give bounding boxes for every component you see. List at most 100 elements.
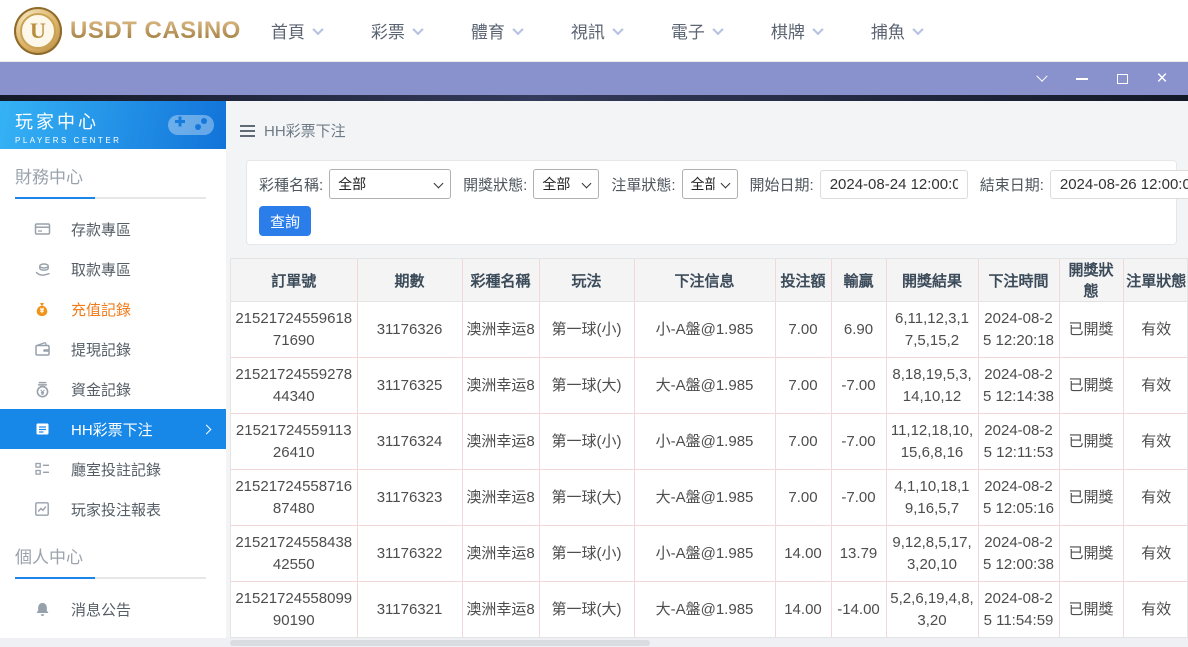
table-column-header: 注單狀態 [1122, 259, 1187, 302]
order-status-label: 注單狀態: [611, 176, 676, 194]
search-button[interactable]: 查詢 [259, 206, 311, 236]
horizontal-scrollbar[interactable] [0, 638, 1188, 647]
sidebar-item-label: 取款專區 [71, 261, 132, 279]
table-cell: 2024-08-25 12:20:18 [977, 301, 1060, 358]
table-cell: 第一球(大) [538, 469, 635, 526]
table-cell: 7.00 [774, 469, 832, 526]
table-cell: 2024-08-25 11:54:59 [977, 581, 1060, 637]
table-cell: 2152172455911326410 [231, 413, 358, 470]
sidebar-item-funds-records[interactable]: 資金記錄 [0, 369, 226, 409]
sidebar-item-withdraw-zone[interactable]: 取款專區 [0, 249, 226, 289]
table-cell: 7.00 [774, 357, 832, 414]
draw-status-select-wrap: 全部 [533, 169, 600, 199]
nav-item-fishing[interactable]: 捕魚 [870, 18, 924, 43]
nav-item-label: 視訊 [570, 23, 605, 42]
nav-item-cards[interactable]: 棋牌 [771, 18, 824, 43]
window-minimize-icon[interactable] [1074, 71, 1090, 87]
window-titlebar: × [0, 62, 1188, 95]
window-maximize-icon[interactable] [1114, 71, 1130, 87]
table-cell: 澳洲幸运8 [461, 301, 540, 358]
table-row: 2152172455843842550 31176322 澳洲幸运8 第一球(小) 小-… [231, 525, 1187, 582]
table-cell: 9,12,8,5,17,3,20,10 [885, 525, 979, 582]
sidebar-item-recharge-records[interactable]: 充值記錄 [0, 289, 226, 329]
table-column-header: 下注時間 [977, 259, 1060, 302]
hamburger-icon[interactable] [240, 124, 255, 137]
sidebar-item-label: 充值記錄 [71, 301, 132, 319]
draw-status-label: 開獎狀態: [463, 176, 528, 194]
money-bag-icon [34, 300, 52, 318]
table-cell: 11,12,18,10,15,6,8,16 [885, 413, 979, 470]
table-row: 2152172455911326410 31176324 澳洲幸运8 第一球(小) 小-… [231, 413, 1187, 470]
table-cell: 有效 [1122, 469, 1187, 526]
nav-item-egames[interactable]: 電子 [670, 18, 724, 43]
table-cell: 14.00 [774, 581, 832, 637]
start-date-label: 開始日期: [749, 176, 814, 194]
order-status-select[interactable]: 全部 [681, 169, 738, 199]
table-cell: 5,2,6,19,4,8,3,20 [885, 581, 979, 637]
chevron-down-icon [512, 23, 524, 35]
lottery-name-select[interactable]: 全部 [329, 169, 452, 199]
sidebar-item-hall-bet-records[interactable]: 廳室投註記錄 [0, 449, 226, 489]
table-cell: 第一球(大) [538, 581, 635, 637]
brand-name: USDT CASINO [70, 16, 241, 44]
sidebar-item-profile[interactable]: 個人資料 [0, 629, 226, 638]
card-icon [34, 220, 52, 238]
table-cell: 7.00 [774, 301, 832, 358]
table-column-header: 玩法 [538, 259, 635, 302]
sidebar-item-announcements[interactable]: 消息公告 [0, 589, 226, 629]
nav-item-home[interactable]: 首頁 [271, 18, 324, 43]
top-navbar: U USDT CASINO 首頁 彩票 體育 視訊 電子 棋牌 捕魚 [0, 0, 1188, 62]
sidebar-item-label: 廳室投註記錄 [71, 461, 162, 479]
table-cell: 6,11,12,3,17,5,15,2 [885, 301, 979, 358]
end-date-input[interactable] [1049, 169, 1188, 199]
sidebar-item-withdrawal-records[interactable]: 提現記錄 [0, 329, 226, 369]
table-cell: 第一球(大) [538, 357, 635, 414]
table-cell: -7.00 [830, 469, 887, 526]
table-cell: 31176326 [356, 301, 463, 358]
table-cell: 澳洲幸运8 [461, 469, 540, 526]
table-cell: 第一球(小) [538, 413, 635, 470]
table-column-header: 訂單號 [231, 259, 358, 302]
chevron-down-icon [312, 23, 324, 35]
table-cell: 31176323 [356, 469, 463, 526]
window-collapse-icon[interactable] [1034, 70, 1050, 87]
table-cell: -7.00 [830, 413, 887, 470]
table-cell: 大-A盤@1.985 [633, 469, 776, 526]
table-row: 2152172455961871690 31176326 澳洲幸运8 第一球(小) 小-… [231, 301, 1187, 358]
nav-item-label: 捕魚 [870, 23, 905, 42]
sidebar-item-label: 提現記錄 [71, 341, 132, 359]
table-cell: 已開獎 [1058, 357, 1124, 414]
breadcrumb: HH彩票下注 [230, 101, 1188, 160]
nav-item-label: 電子 [670, 23, 705, 42]
start-date-input[interactable] [819, 169, 968, 199]
hand-coin-icon [34, 260, 52, 278]
sidebar-item-label: HH彩票下注 [71, 421, 153, 439]
table-cell: 2152172455809990190 [231, 581, 358, 637]
table-cell: 澳洲幸运8 [461, 525, 540, 582]
lottery-name-label: 彩種名稱: [259, 176, 324, 194]
horizontal-scrollbar-thumb[interactable] [230, 639, 650, 646]
lottery-name-select-wrap: 全部 [329, 169, 452, 199]
table-cell: 大-A盤@1.985 [633, 357, 776, 414]
report-chart-icon [34, 500, 52, 518]
table-column-header: 開獎結果 [885, 259, 979, 302]
chevron-down-icon [412, 23, 424, 35]
sidebar-item-hh-lottery-bets[interactable]: HH彩票下注 [0, 409, 226, 449]
sidebar-item-player-bet-report[interactable]: 玩家投注報表 [0, 489, 226, 529]
table-cell: 已開獎 [1058, 469, 1124, 526]
window-close-icon[interactable]: × [1154, 69, 1170, 88]
table-cell: -14.00 [830, 581, 887, 637]
nav-item-video[interactable]: 視訊 [570, 18, 624, 43]
players-center-header: 玩家中心 PLAYERS CENTER [0, 101, 226, 149]
nav-item-sports[interactable]: 體育 [471, 18, 524, 43]
table-column-header: 投注額 [774, 259, 832, 302]
section-underline [15, 577, 206, 579]
table-cell: 已開獎 [1058, 525, 1124, 582]
table-cell: 澳洲幸运8 [461, 357, 540, 414]
table-cell: -7.00 [830, 357, 887, 414]
draw-status-select[interactable]: 全部 [533, 169, 600, 199]
sidebar-item-deposit-zone[interactable]: 存款專區 [0, 209, 226, 249]
sidebar-item-label: 玩家投注報表 [71, 501, 162, 519]
brand-logo[interactable]: U USDT CASINO [14, 6, 241, 55]
nav-item-lottery[interactable]: 彩票 [371, 18, 424, 43]
